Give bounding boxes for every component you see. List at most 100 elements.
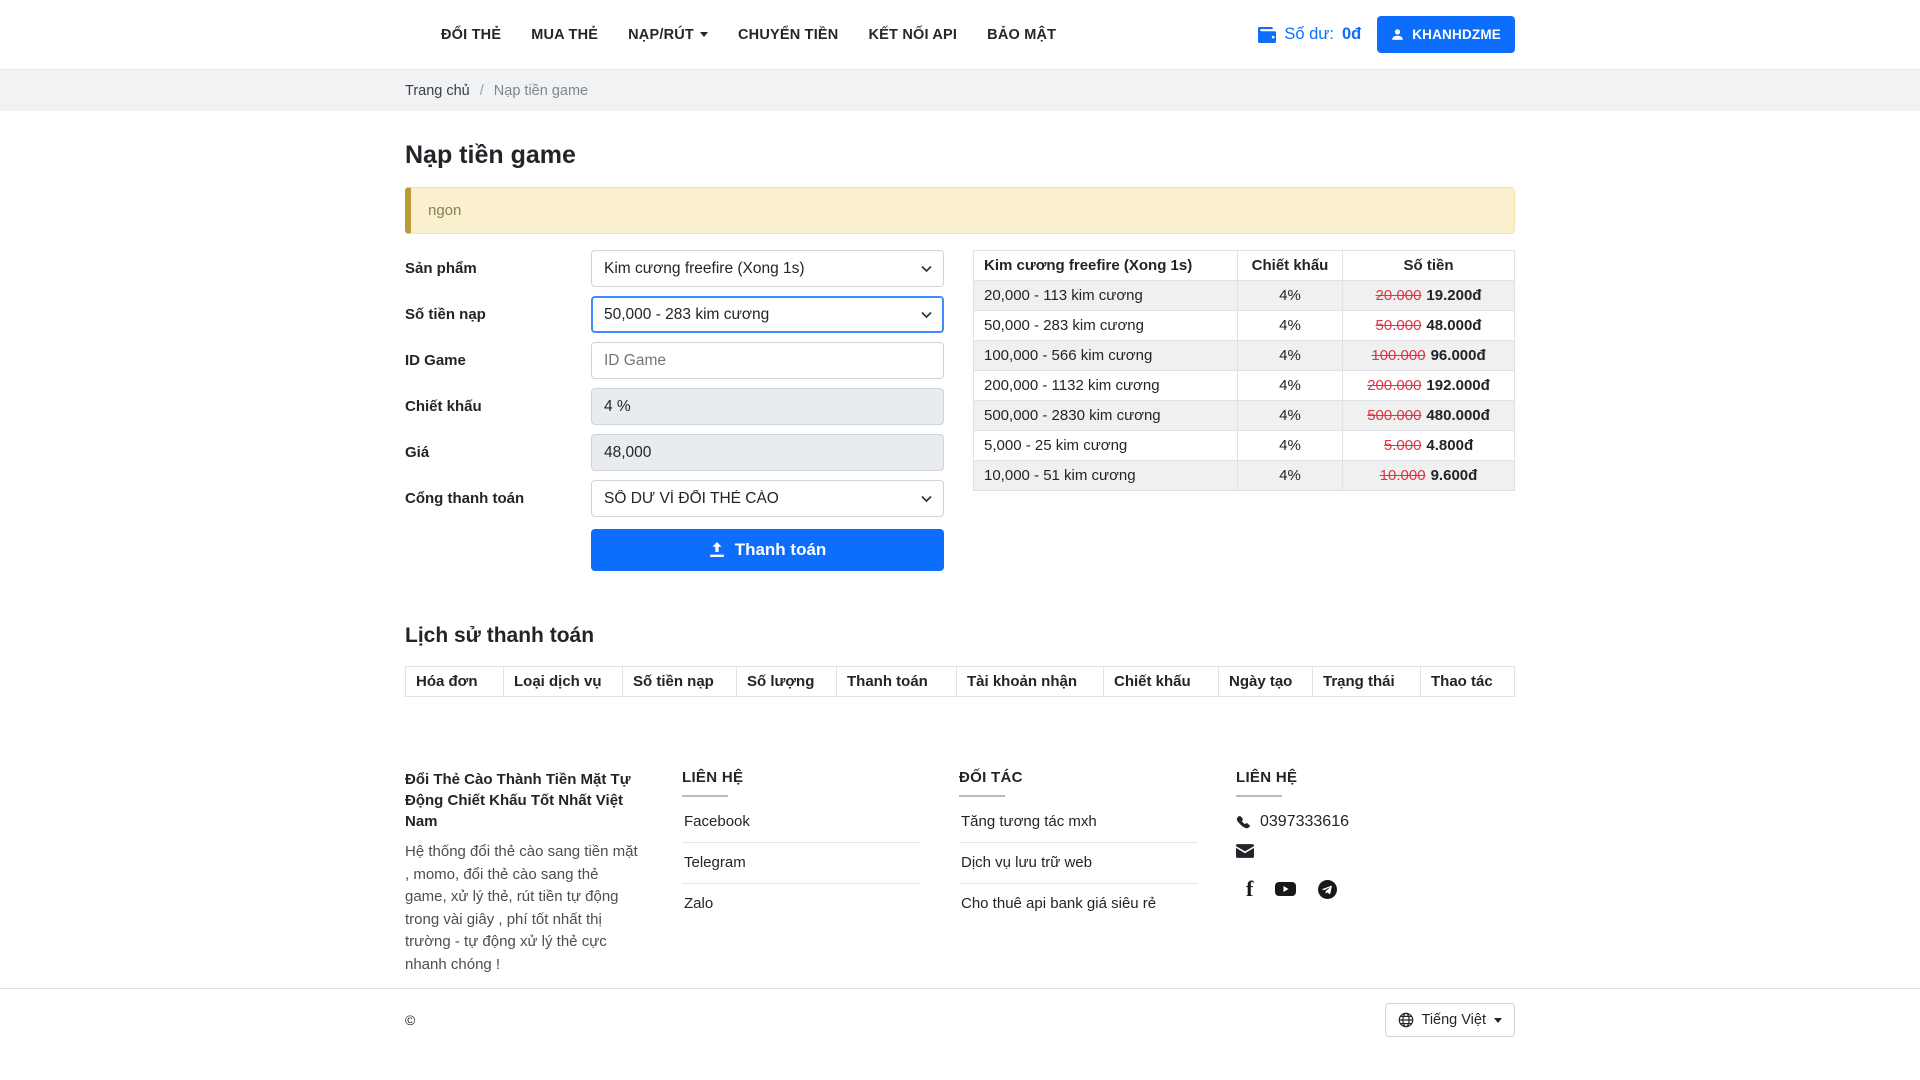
phone-link[interactable]: 0397333616 [1236, 813, 1513, 831]
price-row-amount: 200.000192.000đ [1343, 371, 1515, 401]
nav-item-3[interactable]: CHUYỂN TIỀN [738, 27, 839, 43]
pay-button-label: Thanh toán [735, 540, 827, 560]
footer-partners: ĐỐI TÁC Tăng tương tác mxhDịch vụ lưu tr… [959, 769, 1236, 976]
telegram-icon[interactable] [1318, 880, 1337, 899]
history-header-cell: Ngày tạo [1219, 667, 1313, 697]
price-row: 20,000 - 113 kim cương4% 20.00019.200đ [974, 281, 1515, 311]
alert-text: ngon [428, 202, 461, 219]
price-row-amount: 50.00048.000đ [1343, 311, 1515, 341]
footer-partners-heading: ĐỐI TÁC [959, 769, 1198, 797]
price-label: Giá [405, 444, 591, 461]
email-link[interactable] [1236, 844, 1513, 858]
page-title: Nạp tiền game [405, 141, 1515, 170]
new-price: 19.200đ [1426, 287, 1481, 304]
history-header-cell: Hóa đơn [406, 667, 504, 697]
history-header-cell: Thao tác [1421, 667, 1515, 697]
facebook-icon[interactable]: f [1246, 878, 1253, 900]
nav-item-label: CHUYỂN TIỀN [738, 27, 839, 43]
wallet-balance[interactable]: Số dư: 0đ [1258, 25, 1361, 44]
new-price: 9.600đ [1431, 467, 1478, 484]
nav-links: ĐỔI THẺ MUA THẺ NẠP/RÚT CHUYỂN TIỀN KẾT NỐI … [405, 27, 1056, 43]
id-game-label: ID Game [405, 352, 591, 369]
language-label: Tiếng Việt [1422, 1012, 1487, 1028]
history-title: Lịch sử thanh toán [405, 624, 1515, 648]
footer-about-title: Đổi Thẻ Cào Thành Tiền Mặt Tự Động Chiết… [405, 769, 644, 832]
nav-item-1[interactable]: MUA THẺ [531, 27, 598, 43]
new-price: 96.000đ [1431, 347, 1486, 364]
id-game-input[interactable] [591, 342, 944, 379]
footer-contact-links: LIÊN HỆ FacebookTelegramZalo [682, 769, 959, 976]
price-row: 10,000 - 51 kim cương4%10.0009.600đ [974, 461, 1515, 491]
price-row-product: 200,000 - 1132 kim cương [974, 371, 1238, 401]
discount-label: Chiết khấu [405, 398, 591, 415]
new-price: 480.000đ [1426, 407, 1489, 424]
footer-link[interactable]: Dịch vụ lưu trữ web [959, 843, 1198, 884]
history-header-cell: Số tiền nạp [623, 667, 737, 697]
footer-partners-list: Tăng tương tác mxhDịch vụ lưu trữ webCho… [959, 802, 1198, 924]
old-price: 20.000 [1376, 287, 1422, 304]
phone-number: 0397333616 [1260, 813, 1349, 831]
history-header-cell: Tài khoản nhận [957, 667, 1104, 697]
nav-item-2[interactable]: NẠP/RÚT [628, 27, 708, 43]
footer-contact-info: LIÊN HỆ 0397333616 f [1236, 769, 1513, 976]
youtube-icon[interactable] [1275, 881, 1296, 897]
nav-item-label: MUA THẺ [531, 27, 598, 43]
footer-link[interactable]: Facebook [682, 802, 921, 843]
nav-item-0[interactable]: ĐỔI THẺ [441, 27, 501, 43]
amount-select[interactable]: 50,000 - 283 kim cương [591, 296, 944, 333]
balance-value: 0đ [1342, 25, 1361, 44]
user-account-button[interactable]: KHANHDZME [1377, 16, 1515, 53]
price-row-amount: 10.000 9.600đ [1343, 461, 1515, 491]
price-row: 100,000 - 566 kim cương4%100.00096.000đ [974, 341, 1515, 371]
price-table-body: 20,000 - 113 kim cương4%20.00019.200đ50,… [974, 281, 1515, 491]
globe-icon [1398, 1012, 1414, 1028]
new-price: 4.800đ [1426, 437, 1473, 454]
nav-item-4[interactable]: KẾT NỐI API [868, 27, 957, 43]
nav-right: Số dư: 0đ KHANHDZME [1258, 16, 1515, 53]
old-price: 5.000 [1384, 437, 1422, 454]
product-label: Sản phẩm [405, 260, 591, 277]
footer-contact-heading: LIÊN HỆ [682, 769, 921, 797]
price-table: Kim cương freefire (Xong 1s) Chiết khấu … [973, 250, 1515, 491]
old-price: 100.000 [1371, 347, 1425, 364]
footer-link[interactable]: Zalo [682, 884, 921, 924]
price-row-discount: 4% [1238, 281, 1343, 311]
person-icon [1391, 28, 1404, 41]
breadcrumb-home-link[interactable]: Trang chủ [405, 83, 470, 99]
footer-link[interactable]: Cho thuê api bank giá siêu rẻ [959, 884, 1198, 924]
price-row: 5,000 - 25 kim cương4%5.0004.800đ [974, 431, 1515, 461]
gateway-label: Cổng thanh toán [405, 490, 591, 507]
price-field [591, 434, 944, 471]
old-price: 10.000 [1380, 467, 1426, 484]
history-header-cell: Loại dịch vụ [504, 667, 623, 697]
footer-bottom-bar: © Tiếng Việt [0, 988, 1920, 1051]
main-content: Nạp tiền game ngon Sản phẩm Kim cương fr… [405, 141, 1515, 697]
price-row-product: 5,000 - 25 kim cương [974, 431, 1238, 461]
history-header-cell: Số lượng [737, 667, 837, 697]
footer-contact-list: FacebookTelegramZalo [682, 802, 921, 924]
price-row-discount: 4% [1238, 461, 1343, 491]
footer-link[interactable]: Tăng tương tác mxh [959, 802, 1198, 843]
footer-link[interactable]: Telegram [682, 843, 921, 884]
price-row-discount: 4% [1238, 401, 1343, 431]
balance-label: Số dư: [1284, 25, 1334, 44]
price-row-product: 20,000 - 113 kim cương [974, 281, 1238, 311]
product-select[interactable]: Kim cương freefire (Xong 1s) [591, 250, 944, 287]
price-table-header-row: Kim cương freefire (Xong 1s) Chiết khấu … [974, 251, 1515, 281]
language-selector[interactable]: Tiếng Việt [1385, 1003, 1516, 1037]
pay-button[interactable]: Thanh toán [591, 529, 944, 571]
gateway-select[interactable]: SỐ DƯ VÍ ĐỔI THẺ CÀO [591, 480, 944, 517]
nav-item-5[interactable]: BẢO MẬT [987, 27, 1056, 43]
price-row-amount: 100.000 96.000đ [1343, 341, 1515, 371]
history-header-cell: Chiết khấu [1104, 667, 1219, 697]
wallet-icon [1258, 27, 1276, 43]
price-row-discount: 4% [1238, 341, 1343, 371]
amount-select-wrap: 50,000 - 283 kim cương [591, 296, 944, 333]
topup-form: Sản phẩm Kim cương freefire (Xong 1s) Số… [405, 250, 944, 580]
nav-item-label: NẠP/RÚT [628, 27, 694, 43]
nav-item-label: ĐỔI THẺ [441, 27, 501, 43]
top-navbar: ĐỔI THẺ MUA THẺ NẠP/RÚT CHUYỂN TIỀN KẾT NỐI … [0, 0, 1920, 70]
history-header-cell: Thanh toán [837, 667, 957, 697]
price-row-amount: 500.000480.000đ [1343, 401, 1515, 431]
social-icons: f [1236, 878, 1513, 900]
